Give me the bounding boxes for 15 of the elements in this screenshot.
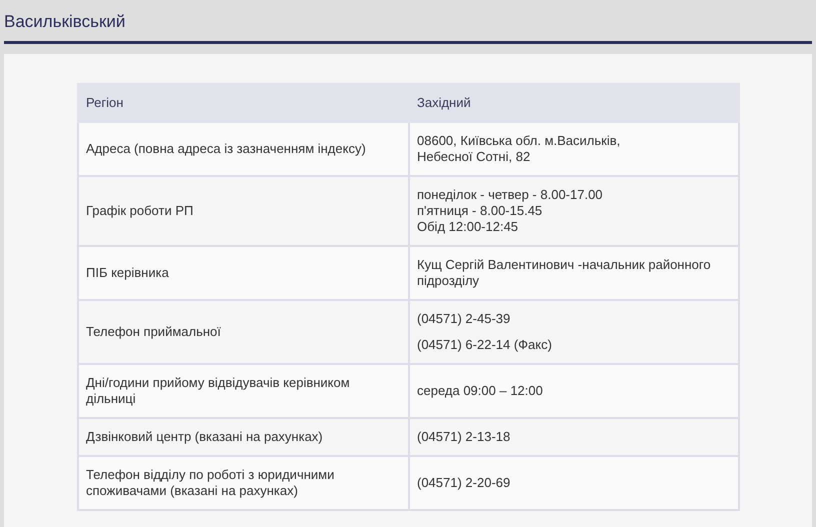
table-cell: Телефон відділу по роботі з юридичними споживачами (вказані на рахунках) (78, 456, 409, 510)
cell-text: Кущ Сергій Валентинович -начальник районного підрозділу (417, 257, 712, 289)
cell-text: п'ятниця - 8.00-15.45 (417, 203, 542, 219)
header-cell: Західний (409, 84, 739, 122)
cell-text: середа 09:00 – 12:00 (417, 383, 543, 399)
cell-text: (04571) 6-22-14 (Факс) (417, 337, 552, 353)
cell-text: (04571) 2-13-18 (417, 429, 510, 445)
header-cell: Регіон (78, 84, 409, 122)
cell-text: 08600, Київська обл. м.Васильків, (417, 133, 620, 149)
page-title: Васильківський (4, 11, 126, 33)
cell-text: Небесної Сотні, 82 (417, 149, 530, 165)
cell-text: (04571) 2-45-39 (417, 311, 510, 327)
cell-text: понеділок - четвер - 8.00-17.00 (417, 187, 603, 203)
cell-text: (04571) 2-20-69 (417, 475, 510, 491)
cell-text: Обід 12:00-12:45 (417, 219, 518, 235)
